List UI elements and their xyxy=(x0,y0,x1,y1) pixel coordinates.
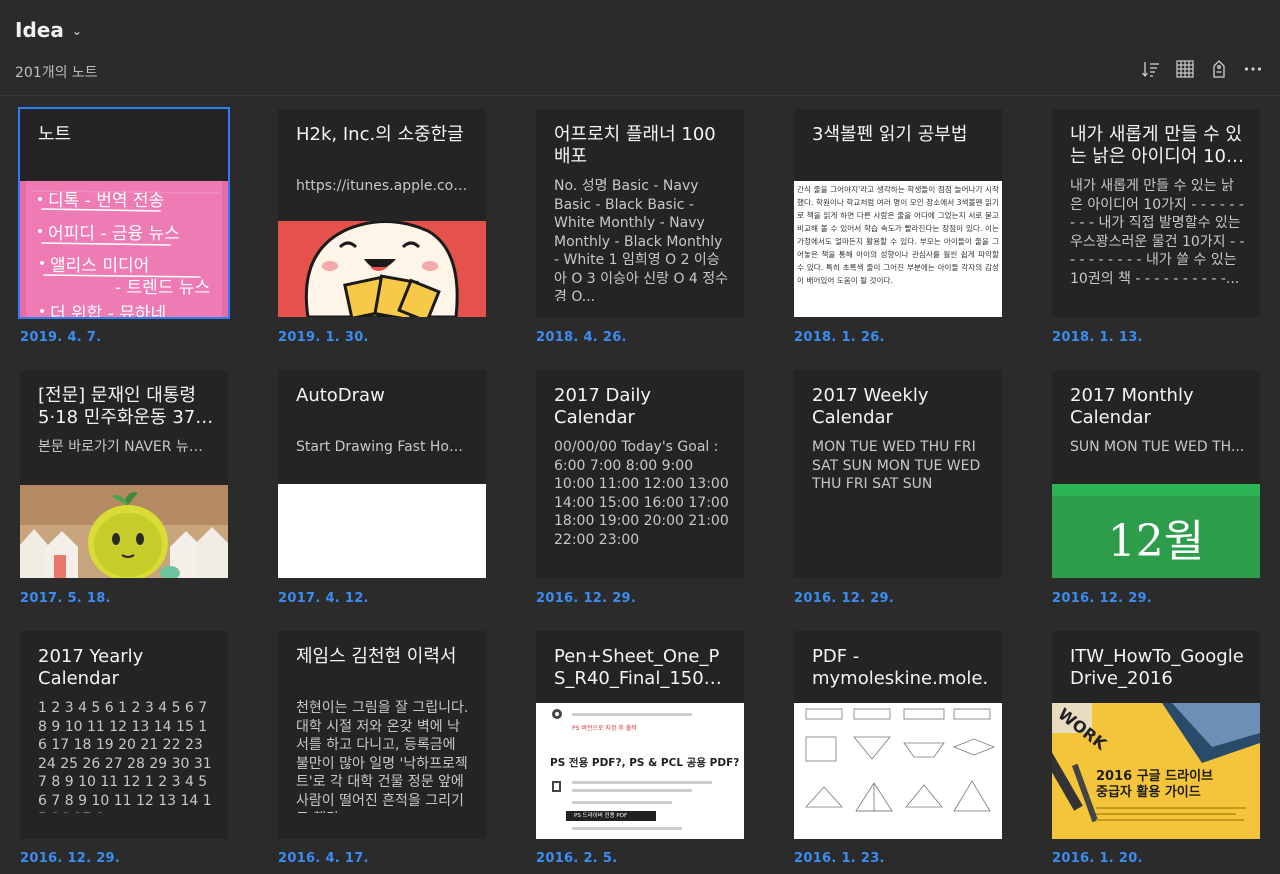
note-snippet: SUN MON TUE WED TH... xyxy=(1070,439,1245,455)
thumb-drive-line2: 중급자 활용 가이드 xyxy=(1096,785,1201,800)
thumb-line: 어피디 - 금융 뉴스 xyxy=(48,224,180,244)
note-date: 2019. 1. 30. xyxy=(278,330,369,345)
note-date: 2018. 4. 26. xyxy=(536,330,627,345)
note-title: 3색볼펜 읽기 공부법 xyxy=(812,124,968,145)
more-icon xyxy=(1244,67,1262,71)
notes-list-header: Idea ⌄ 201개의 노트 xyxy=(0,0,1280,96)
tag-button[interactable] xyxy=(1208,58,1230,80)
thumb-pdf-bar: PS 드라이버 전용 PDF xyxy=(566,811,656,821)
note-thumbnail xyxy=(794,703,1002,839)
note-snippet: 내가 새롭게 만들 수 있는 낡은 아이디어 10가지 - - - - - - … xyxy=(1070,178,1245,287)
sort-icon xyxy=(1142,62,1159,78)
note-snippet: 본문 바로가기 NAVER 뉴스... xyxy=(38,439,214,455)
note-thumbnail xyxy=(278,221,486,317)
note-title: AutoDraw xyxy=(296,385,385,406)
note-date: 2016. 12. 29. xyxy=(536,591,637,606)
note-card[interactable]: 2017 Weekly Calendar MON TUE WED THU FRI… xyxy=(794,370,1002,578)
note-title: 제임스 김천현 이력서 xyxy=(296,646,457,667)
note-card[interactable]: AutoDraw Start Drawing Fast How-... xyxy=(278,370,486,578)
note-date: 2016. 1. 20. xyxy=(1052,851,1143,866)
note-title: 2017 Yearly Calendar xyxy=(38,646,144,689)
note-snippet: 천현이는 그림을 잘 그립니다. 대학 시절 저와 온갖 벽에 낙서를 하고 다… xyxy=(296,700,469,813)
tag-icon xyxy=(1213,60,1225,78)
thumb-line: 디톡 - 번역 전송 xyxy=(48,191,164,211)
thumb-line: - 트렌드 뉴스 xyxy=(115,278,210,298)
note-title: 노트 xyxy=(38,124,72,145)
note-card[interactable]: ITW_HowTo_Google Drive_2016 WORK 2016 구글… xyxy=(1052,631,1260,839)
note-date: 2016. 12. 29. xyxy=(794,591,895,606)
note-date: 2017. 5. 18. xyxy=(20,591,111,606)
note-title: 2017 Daily Calendar xyxy=(554,385,652,428)
note-date: 2016. 12. 29. xyxy=(20,851,121,866)
note-title: [전문] 문재인 대통령 5·18 민주화운동 37… xyxy=(38,385,214,428)
note-snippet: 00/00/00 Today's Goal : 6:00 7:00 8:00 9… xyxy=(554,439,729,548)
note-card[interactable]: 내가 새롭게 만들 수 있는 낡은 아이디어 10… 내가 새롭게 만들 수 있… xyxy=(1052,109,1260,317)
note-card[interactable]: 3색볼펜 읽기 공부법 간식 줄을 그어야지'라고 생각하는 학생들이 점점 늘… xyxy=(794,109,1002,317)
note-title: H2k, Inc.의 소중한글 xyxy=(296,124,464,145)
toolbar xyxy=(1140,58,1264,80)
note-title: 2017 Monthly Calendar xyxy=(1070,385,1194,428)
note-card[interactable]: 2017 Yearly Calendar 1 2 3 4 5 6 1 2 3 4… xyxy=(20,631,228,839)
note-date: 2016. 1. 23. xyxy=(794,851,885,866)
note-card[interactable]: Pen+Sheet_One_PS_R40_Final_150114 PS 버전으… xyxy=(536,631,744,839)
note-thumbnail: WORK 2016 구글 드라이브 중급자 활용 가이드 xyxy=(1052,703,1260,839)
note-card[interactable]: 노트 디톡 - 번역 전송 어피디 - 금융 뉴스 앨리스 미디어 - 트렌드 … xyxy=(18,107,230,319)
notebook-selector[interactable]: Idea ⌄ xyxy=(15,18,82,42)
sort-button[interactable] xyxy=(1140,58,1162,80)
note-title: 어프로치 플래너 100 배포 xyxy=(554,124,716,167)
thumb-pdf-heading: PS 전용 PDF?, PS & PCL 공용 PDF? xyxy=(550,757,740,769)
thumb-month-label: 12월 xyxy=(1052,496,1260,578)
note-card[interactable]: 제임스 김천현 이력서 천현이는 그림을 잘 그립니다. 대학 시절 저와 온갖… xyxy=(278,631,486,839)
gear-icon xyxy=(552,709,562,719)
grid-icon xyxy=(1176,60,1194,78)
note-snippet: MON TUE WED THU FRI SAT SUN MON TUE WED … xyxy=(812,439,981,492)
note-card[interactable]: [전문] 문재인 대통령 5·18 민주화운동 37… 본문 바로가기 NAVE… xyxy=(20,370,228,578)
thumb-line: 앨리스 미디어 xyxy=(50,256,149,276)
note-title: 내가 새롭게 만들 수 있는 낡은 아이디어 10… xyxy=(1070,124,1244,167)
note-date: 2016. 12. 29. xyxy=(1052,591,1153,606)
note-card[interactable]: 2017 Monthly Calendar SUN MON TUE WED TH… xyxy=(1052,370,1260,578)
note-title: PDF - mymoleskine.mole... xyxy=(812,646,988,689)
note-date: 2017. 4. 12. xyxy=(278,591,369,606)
note-thumbnail: 12월 xyxy=(1052,484,1260,578)
note-date: 2018. 1. 26. xyxy=(794,330,885,345)
note-card[interactable]: PDF - mymoleskine.mole... xyxy=(794,631,1002,839)
thumb-line: 더 위합 - 뮤하네 xyxy=(50,304,166,317)
chevron-down-icon: ⌄ xyxy=(71,24,82,38)
note-date: 2019. 4. 7. xyxy=(20,330,102,345)
note-snippet: Start Drawing Fast How-... xyxy=(296,439,472,455)
note-card[interactable]: 어프로치 플래너 100 배포 No. 성명 Basic - Navy Basi… xyxy=(536,109,744,317)
note-thumbnail xyxy=(20,485,228,578)
notebook-title: Idea xyxy=(15,18,64,42)
thumb-drive-line1: 2016 구글 드라이브 xyxy=(1096,769,1213,784)
note-card[interactable]: H2k, Inc.의 소중한글 https://itunes.apple.com… xyxy=(278,109,486,317)
document-icon xyxy=(552,781,561,792)
view-grid-button[interactable] xyxy=(1174,58,1196,80)
note-date: 2016. 2. 5. xyxy=(536,851,618,866)
thumb-article-text: 간식 줄을 그어야지'라고 생각하는 학생들이 점점 늘어나기 시작했다. 학원… xyxy=(797,185,999,285)
thumb-pdf-link: PS 버전으로 지정 후 출력 xyxy=(572,725,637,732)
note-date: 2016. 4. 17. xyxy=(278,851,369,866)
note-snippet: https://itunes.apple.com... xyxy=(296,178,472,194)
note-thumbnail xyxy=(278,484,486,578)
note-title: Pen+Sheet_One_PS_R40_Final_150114 xyxy=(554,646,727,689)
note-card[interactable]: 2017 Daily Calendar 00/00/00 Today's Goa… xyxy=(536,370,744,578)
note-title: ITW_HowTo_Google Drive_2016 xyxy=(1070,646,1244,689)
note-count: 201개의 노트 xyxy=(15,65,98,81)
note-date: 2018. 1. 13. xyxy=(1052,330,1143,345)
more-options-button[interactable] xyxy=(1242,58,1264,80)
note-title: 2017 Weekly Calendar xyxy=(812,385,929,428)
note-thumbnail: 간식 줄을 그어야지'라고 생각하는 학생들이 점점 늘어나기 시작했다. 학원… xyxy=(794,181,1002,317)
note-snippet: No. 성명 Basic - Navy Basic - Black Basic … xyxy=(554,178,729,301)
note-snippet: 1 2 3 4 5 6 1 2 3 4 5 6 7 8 9 10 11 12 1… xyxy=(38,700,212,813)
note-thumbnail: PS 버전으로 지정 후 출력 PS 전용 PDF?, PS & PCL 공용 … xyxy=(536,703,744,839)
note-thumbnail: 디톡 - 번역 전송 어피디 - 금융 뉴스 앨리스 미디어 - 트렌드 뉴스 … xyxy=(20,181,228,317)
